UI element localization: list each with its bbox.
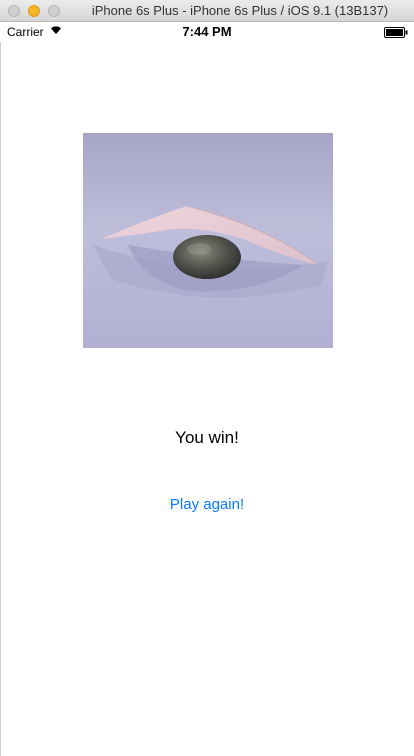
status-bar: Carrier 7:44 PM (0, 22, 414, 42)
window-title: iPhone 6s Plus - iPhone 6s Plus / iOS 9.… (91, 3, 389, 18)
window-zoom-button[interactable] (48, 5, 60, 17)
window-close-button[interactable] (8, 5, 20, 17)
result-text: You win! (175, 428, 239, 447)
simulator-title-bar: iPhone 6s Plus - iPhone 6s Plus / iOS 9.… (0, 0, 414, 22)
rock-under-paper-image (83, 133, 333, 348)
window-minimize-button[interactable] (28, 5, 40, 17)
battery-icon (384, 27, 408, 38)
play-again-button[interactable]: Play again! (157, 493, 257, 515)
screen-edge (0, 42, 1, 756)
clock: 7:44 PM (182, 24, 232, 39)
